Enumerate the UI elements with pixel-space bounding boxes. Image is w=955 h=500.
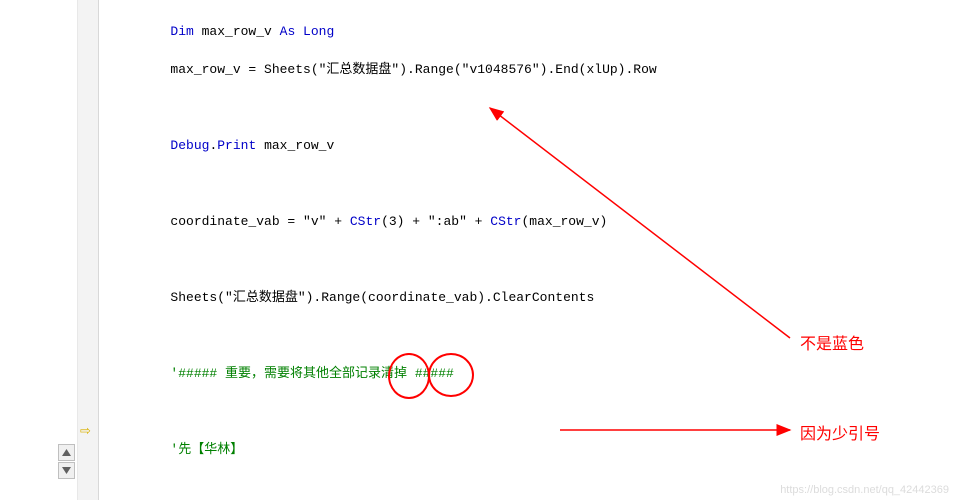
func-cstr: CStr [490,214,521,229]
code-text: max_row_v [194,24,280,39]
scroll-up-button[interactable] [58,444,75,461]
code-text: max_row_v = Sheets("汇总数据盘").Range("v1048… [108,62,657,77]
code-text: coordinate_vab = "v" + [108,214,350,229]
comment: '##### 重要，需要将其他全部记录清掉 ##### [108,366,454,381]
keyword-as-long: As Long [280,24,335,39]
project-explorer-edge [0,0,79,500]
keyword-print: Print [217,138,256,153]
blank-line [108,402,928,421]
code-text [108,24,170,39]
code-text: Sheets("汇总数据盘").Range(coordinate_vab).Cl… [108,290,594,305]
blank-line [108,326,928,345]
comment: '先【华林】 [108,442,243,457]
keyword-debug: Debug [170,138,209,153]
blank-line [108,174,928,193]
scroll-down-button[interactable] [58,462,75,479]
code-text: max_row_v [256,138,334,153]
code-area[interactable]: Dim max_row_v As Long max_row_v = Sheets… [108,0,928,500]
editor-frame: ⇨ Dim max_row_v As Long max_row_v = Shee… [0,0,955,500]
blank-line [108,478,928,497]
blank-line [108,250,928,269]
keyword-dim: Dim [170,24,193,39]
blank-line [108,98,928,117]
execution-pointer-icon: ⇨ [80,425,91,438]
func-cstr: CStr [350,214,381,229]
code-text [108,138,170,153]
code-text: (3) + ":ab" + [381,214,490,229]
code-text: (max_row_v) [522,214,608,229]
